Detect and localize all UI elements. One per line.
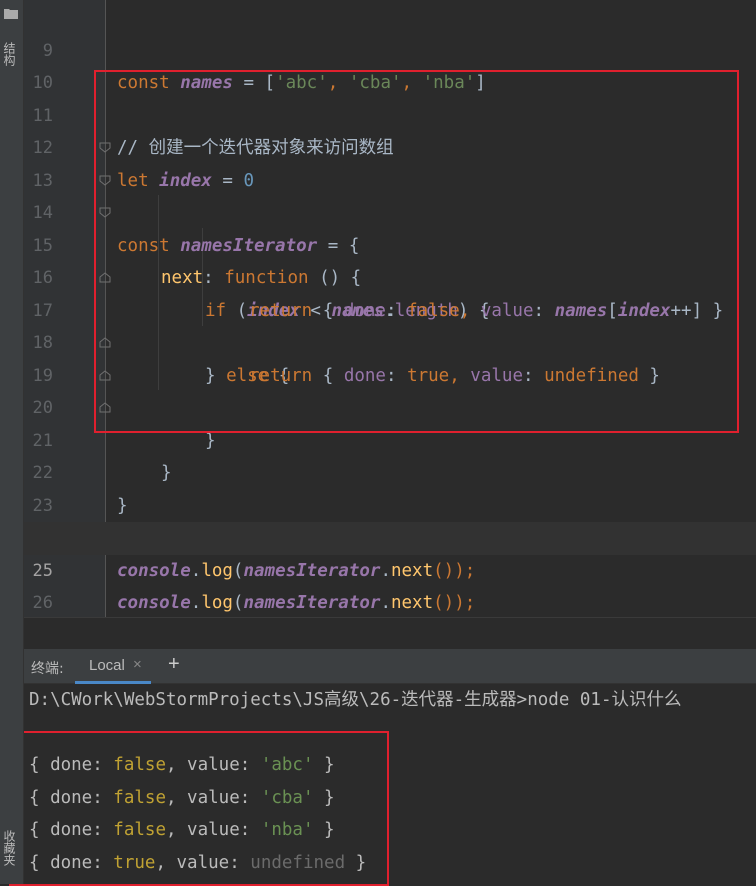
bookmarks-tab[interactable]: 收藏夹 [2, 830, 18, 866]
code-editor[interactable]: 9 const names = ['abc', 'cba', 'nba'] 10… [0, 0, 756, 617]
code-line: 9 const names = ['abc', 'cba', 'nba'] [23, 2, 756, 94]
tab-local[interactable]: Local × [75, 649, 151, 684]
code-line: 23 console.log(namesIterator.next()); [23, 457, 756, 549]
panel-splitter[interactable] [23, 617, 756, 650]
terminal-tab-bar: 终端: Local × + [23, 649, 756, 684]
code-line: 27 [23, 587, 756, 617]
close-icon[interactable]: × [133, 656, 142, 673]
terminal-output[interactable]: D:\CWork\WebStormProjects\JS高级\26-迭代器-生成… [9, 684, 756, 886]
output-highlight-box [9, 731, 389, 886]
terminal-title: 终端: [31, 661, 64, 677]
code-line: 26 console.log(namesIterator.next()); [23, 555, 756, 613]
code-line: 24 console.log(namesIterator.next()); [23, 490, 756, 581]
structure-tab[interactable]: 结构 [2, 42, 18, 66]
code-line: 10 [23, 35, 756, 93]
code-line-current: 25 console.log(namesIterator.next()); [23, 522, 756, 613]
terminal-prompt: D:\CWork\WebStormProjects\JS高级\26-迭代器-生成… [29, 690, 682, 710]
code-highlight-box [94, 70, 739, 433]
left-tool-strip: 结构 收藏夹 [0, 0, 24, 884]
folder-icon[interactable] [4, 8, 18, 19]
tab-local-label: Local [89, 657, 125, 674]
add-tab-icon[interactable]: + [168, 653, 180, 676]
